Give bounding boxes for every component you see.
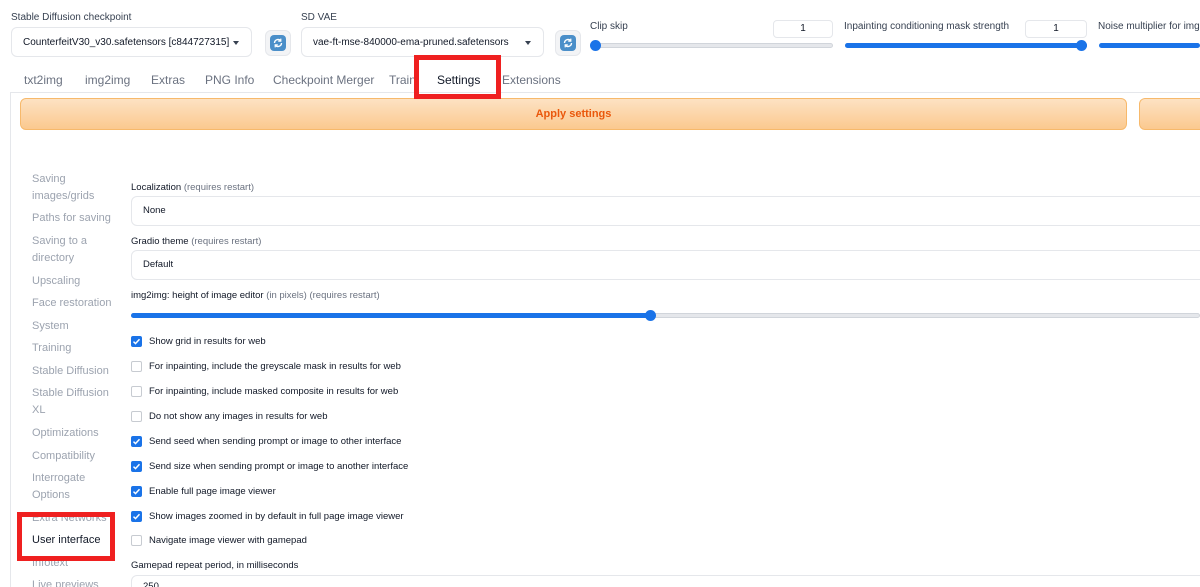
vae-dropdown[interactable]: vae-ft-mse-840000-ema-pruned.safetensors <box>301 27 544 57</box>
vae-value: vae-ft-mse-840000-ema-pruned.safetensors <box>313 36 509 48</box>
checkbox-checked-icon[interactable] <box>131 511 142 522</box>
checkbox-unchecked-icon[interactable] <box>131 361 142 372</box>
localization-label-text: Localization <box>131 182 182 193</box>
sidebar-item-stable-diffusion[interactable]: Stable Diffusion <box>32 363 117 380</box>
tab-png-info[interactable]: PNG Info <box>205 73 254 87</box>
gamepad-repeat-label: Gamepad repeat period, in milliseconds <box>131 560 299 571</box>
editor-height-note-restart: (requires restart) <box>309 290 380 301</box>
checkbox-label: For inpainting, include masked composite… <box>149 386 399 397</box>
checkbox-row[interactable]: Navigate image viewer with gamepad <box>131 535 307 546</box>
clip-skip-slider-thumb[interactable] <box>590 40 601 51</box>
inpaint-strength-slider-fill <box>845 43 1087 48</box>
gamepad-repeat-input[interactable]: 250 <box>131 575 1200 587</box>
checkbox-checked-icon[interactable] <box>131 336 142 347</box>
sidebar-item-paths-for-saving[interactable]: Paths for saving <box>32 210 117 227</box>
checkpoint-value: CounterfeitV30_v30.safetensors [c8447273… <box>23 36 230 48</box>
refresh-icon <box>560 35 576 51</box>
checkbox-label: Enable full page image viewer <box>149 486 276 497</box>
sidebar-item-live-previews[interactable]: Live previews <box>32 577 117 587</box>
sidebar-item-stable-diffusion-xl[interactable]: Stable Diffusion XL <box>32 385 117 419</box>
sidebar-item-training[interactable]: Training <box>32 340 117 357</box>
localization-dropdown[interactable]: None <box>131 196 1200 226</box>
refresh-icon <box>270 35 286 51</box>
tab-txt2img[interactable]: txt2img <box>24 73 63 87</box>
sidebar-item-saving-to-directory[interactable]: Saving to a directory <box>32 233 117 267</box>
chevron-down-icon <box>525 41 531 45</box>
user-interface-highlight <box>17 512 115 561</box>
settings-tab-highlight <box>414 55 501 99</box>
editor-height-note-pixels: (in pixels) <box>266 290 307 301</box>
checkbox-label: Send seed when sending prompt or image t… <box>149 436 402 447</box>
inpaint-strength-input[interactable]: 1 <box>1025 20 1087 38</box>
sidebar-item-upscaling[interactable]: Upscaling <box>32 273 117 290</box>
editor-height-label-text: img2img: height of image editor <box>131 290 264 301</box>
checkbox-checked-icon[interactable] <box>131 486 142 497</box>
sidebar-item-saving-images[interactable]: Saving images/grids <box>32 171 117 205</box>
refresh-checkpoint-button[interactable] <box>265 30 291 56</box>
checkpoint-dropdown[interactable]: CounterfeitV30_v30.safetensors [c8447273… <box>11 27 252 57</box>
chevron-down-icon <box>233 41 239 45</box>
inpaint-strength-slider-thumb[interactable] <box>1076 40 1087 51</box>
sidebar-item-face-restoration[interactable]: Face restoration <box>32 295 117 312</box>
gradio-theme-label-text: Gradio theme <box>131 236 189 247</box>
tab-checkpoint-merger[interactable]: Checkpoint Merger <box>273 73 374 87</box>
checkbox-row[interactable]: Show images zoomed in by default in full… <box>131 511 404 522</box>
checkbox-label: Navigate image viewer with gamepad <box>149 535 307 546</box>
editor-height-label: img2img: height of image editor (in pixe… <box>131 290 380 301</box>
localization-note: (requires restart) <box>183 182 255 193</box>
vae-label: SD VAE <box>301 12 337 23</box>
checkbox-checked-icon[interactable] <box>131 436 142 447</box>
sidebar-item-compatibility[interactable]: Compatibility <box>32 448 117 465</box>
checkbox-row[interactable]: For inpainting, include masked composite… <box>131 386 398 397</box>
checkbox-row[interactable]: Do not show any images in results for we… <box>131 411 327 422</box>
tab-img2img[interactable]: img2img <box>85 73 130 87</box>
editor-height-slider-fill <box>131 313 650 318</box>
checkbox-label: Do not show any images in results for we… <box>149 411 328 422</box>
checkbox-label: Show grid in results for web <box>149 336 266 347</box>
refresh-vae-button[interactable] <box>555 30 581 56</box>
sidebar-item-optimizations[interactable]: Optimizations <box>32 425 117 442</box>
tab-extras[interactable]: Extras <box>151 73 185 87</box>
checkbox-label: For inpainting, include the greyscale ma… <box>149 361 401 372</box>
checkbox-row[interactable]: Enable full page image viewer <box>131 486 276 497</box>
checkbox-label: Send size when sending prompt or image t… <box>149 461 409 472</box>
checkbox-label: Show images zoomed in by default in full… <box>149 511 404 522</box>
sidebar-item-system[interactable]: System <box>32 318 117 335</box>
gradio-theme-note: (requires restart) <box>191 236 262 247</box>
checkbox-row[interactable]: Show grid in results for web <box>131 336 266 347</box>
checkbox-row[interactable]: Send seed when sending prompt or image t… <box>131 436 401 447</box>
clip-skip-label: Clip skip <box>590 21 628 32</box>
localization-label: Localization (requires restart) <box>131 182 254 193</box>
checkbox-unchecked-icon[interactable] <box>131 411 142 422</box>
gradio-theme-dropdown[interactable]: Default <box>131 250 1200 280</box>
tab-train[interactable]: Train <box>389 73 414 87</box>
checkbox-unchecked-icon[interactable] <box>131 535 142 546</box>
clip-skip-input[interactable]: 1 <box>773 20 833 38</box>
reload-ui-button[interactable] <box>1139 98 1200 130</box>
apply-settings-button[interactable]: Apply settings <box>20 98 1127 130</box>
clip-skip-slider-track[interactable] <box>591 43 833 48</box>
gradio-theme-label: Gradio theme (requires restart) <box>131 236 261 247</box>
noise-multiplier-slider-fill[interactable] <box>1099 43 1200 48</box>
noise-multiplier-label: Noise multiplier for img2img <box>1098 21 1200 32</box>
checkbox-checked-icon[interactable] <box>131 461 142 472</box>
checkbox-row[interactable]: For inpainting, include the greyscale ma… <box>131 361 401 372</box>
checkbox-unchecked-icon[interactable] <box>131 386 142 397</box>
checkpoint-label: Stable Diffusion checkpoint <box>11 12 132 23</box>
inpaint-strength-label: Inpainting conditioning mask strength <box>844 21 1010 32</box>
editor-height-slider-thumb[interactable] <box>645 310 656 321</box>
sidebar-item-interrogate-options[interactable]: Interrogate Options <box>32 470 117 504</box>
tab-extensions[interactable]: Extensions <box>502 73 561 87</box>
checkbox-row[interactable]: Send size when sending prompt or image t… <box>131 461 408 472</box>
